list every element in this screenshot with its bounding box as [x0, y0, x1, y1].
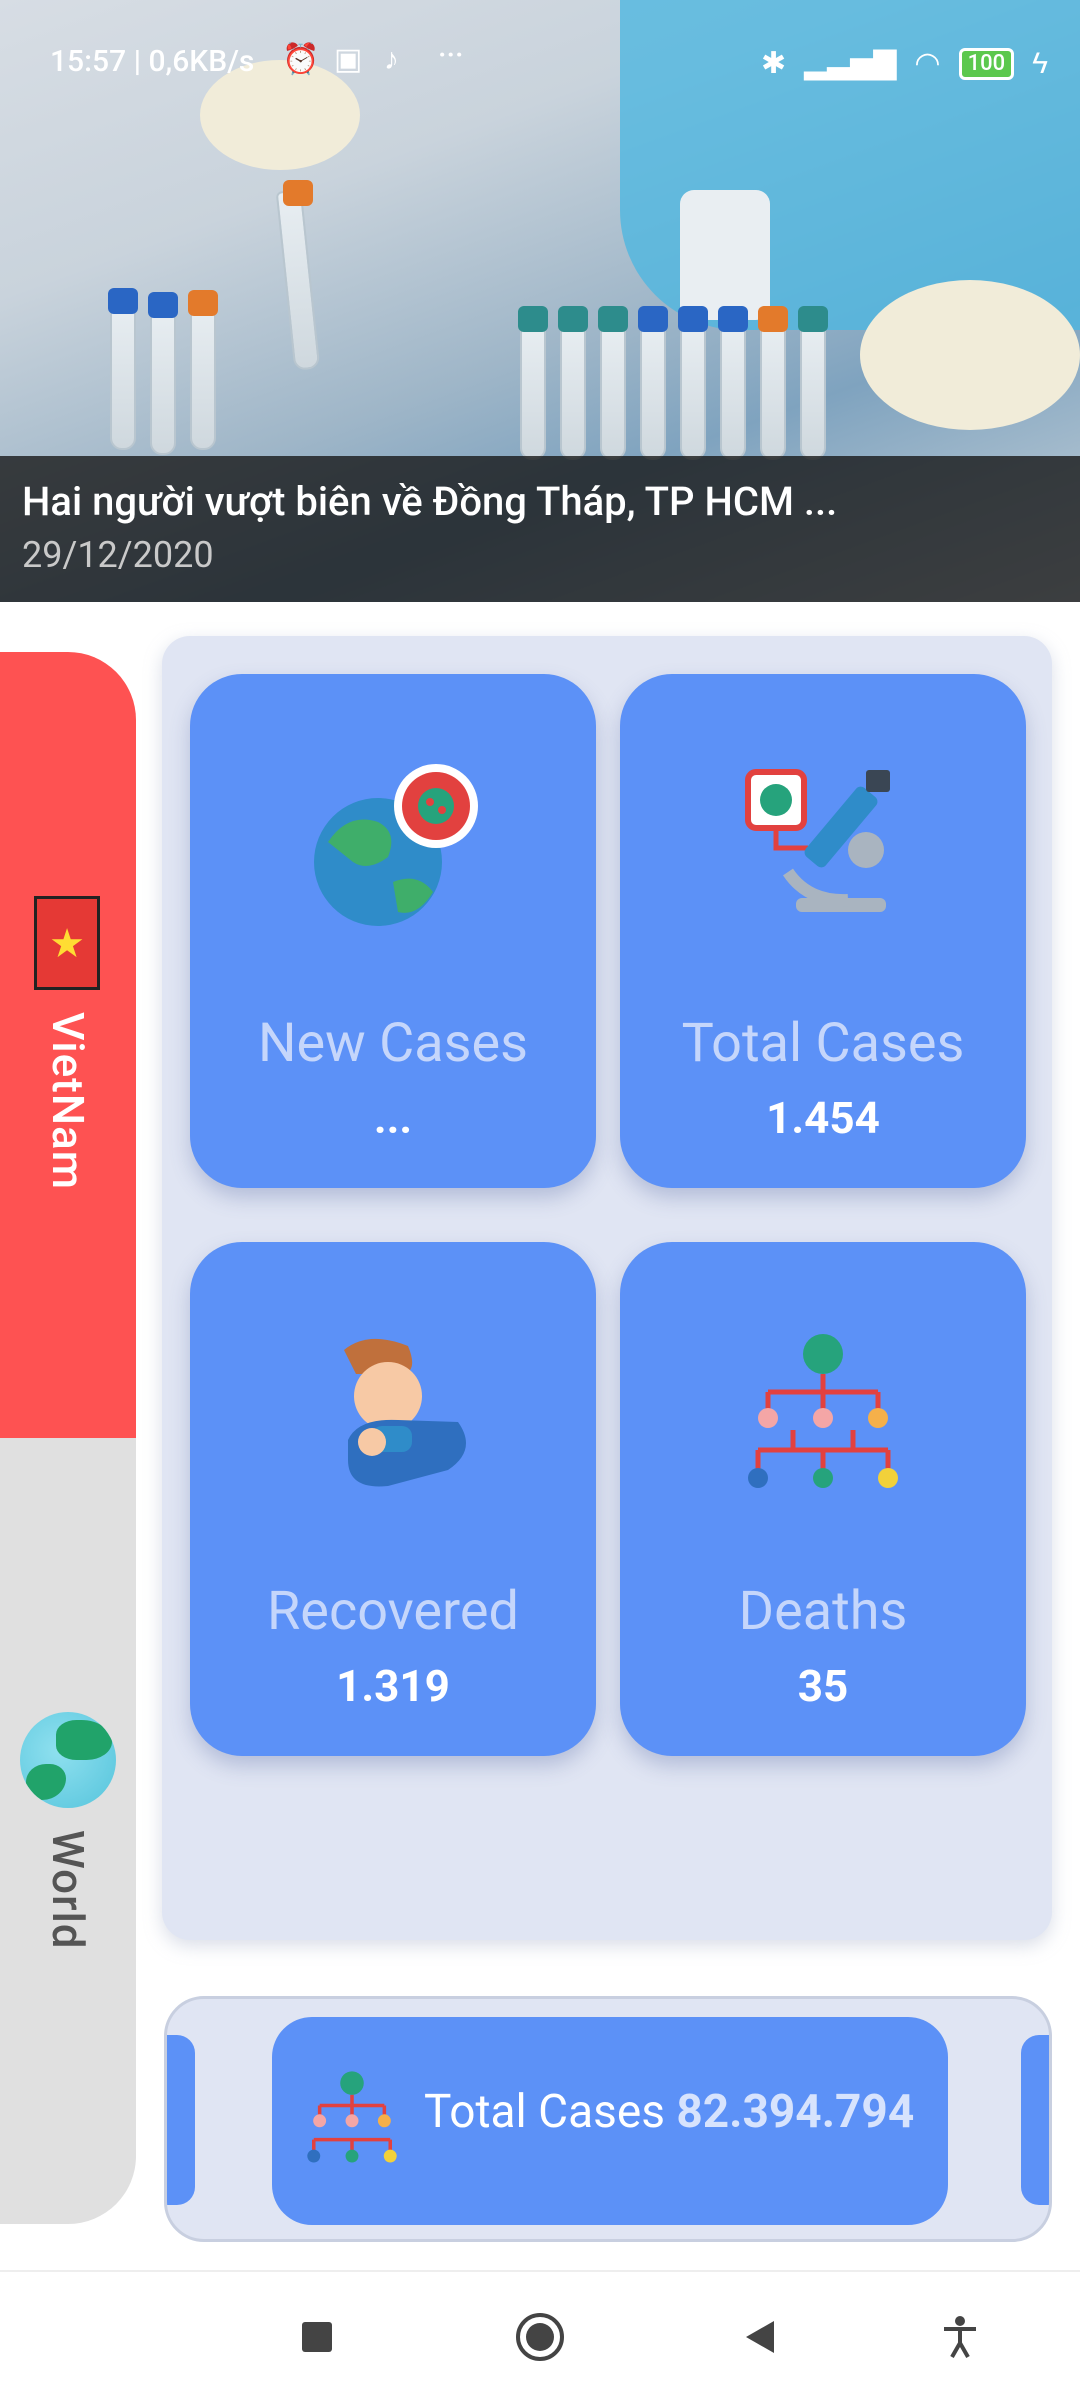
status-bar: 15:57 | 0,6KB/s ⏰ ▣ ♪ ··· ✱ ▂▃▅▇ ◠ 100 ϟ — [0, 38, 1080, 90]
hero-tube — [275, 189, 321, 371]
total-cases-label: Total Cases — [681, 1012, 965, 1075]
total-cases-card[interactable]: Total Cases 1.454 — [620, 674, 1026, 1188]
world-total-carousel[interactable]: Total Cases 82.394.794 — [164, 1996, 1052, 2242]
hero-cap — [518, 306, 548, 332]
hero-cap — [188, 290, 218, 316]
recovered-value: 1.319 — [336, 1660, 450, 1712]
battery-icon: 100 — [958, 47, 1015, 80]
bluetooth-icon: ✱ — [760, 46, 787, 81]
hero-cap — [798, 306, 828, 332]
world-total-cases-text: Total Cases 82.394.794 — [424, 2085, 914, 2139]
deaths-label: Deaths — [738, 1580, 908, 1643]
hero-tube — [190, 300, 216, 450]
hero-tube — [640, 320, 666, 460]
stats-panel: New Cases ... Total Cases 1.454 Recovere… — [162, 636, 1052, 1940]
recent-apps-button[interactable] — [282, 2302, 352, 2372]
world-total-cases-card[interactable]: Total Cases 82.394.794 — [272, 2017, 948, 2225]
virus-spread-icon — [307, 2071, 397, 2163]
hero-tube — [760, 320, 786, 460]
status-time: 15:57 | 0,6KB/s — [50, 44, 255, 79]
deaths-value: 35 — [797, 1660, 849, 1712]
globe-icon — [20, 1712, 116, 1808]
home-button[interactable] — [505, 2302, 575, 2372]
new-cases-card[interactable]: New Cases ... — [190, 674, 596, 1188]
tab-world-label: World — [42, 1830, 94, 1950]
hero-spray-bottle — [680, 190, 770, 320]
back-button[interactable] — [725, 2302, 795, 2372]
hero-tube — [600, 320, 626, 460]
world-total-cases-label: Total Cases — [424, 2085, 665, 2139]
recovered-card[interactable]: Recovered 1.319 — [190, 1242, 596, 1756]
carousel-next-card[interactable] — [1021, 2035, 1049, 2205]
hero-cap — [638, 306, 668, 332]
hero-tube — [110, 300, 136, 450]
wifi-icon: ◠ — [914, 46, 941, 81]
system-navigation-bar — [0, 2270, 1080, 2400]
virus-spread-icon — [748, 1334, 898, 1488]
person-coughing-icon — [344, 1338, 466, 1487]
hero-cap — [148, 292, 178, 318]
total-cases-value: 1.454 — [766, 1092, 880, 1144]
hero-tube — [680, 320, 706, 460]
hero-tube — [150, 305, 176, 455]
microscope-icon — [745, 769, 890, 912]
hero-tube — [560, 320, 586, 460]
recovered-label: Recovered — [267, 1580, 519, 1643]
more-notifications-icon: ··· — [438, 38, 464, 73]
hero-cap — [598, 306, 628, 332]
carousel-prev-card[interactable] — [167, 2035, 195, 2205]
world-total-cases-value: 82.394.794 — [676, 2085, 915, 2139]
vietnam-flag-icon: ★ — [34, 896, 100, 990]
triangle-back-icon — [746, 2321, 774, 2353]
hero-tube — [720, 320, 746, 460]
deaths-card[interactable]: Deaths 35 — [620, 1242, 1026, 1756]
tab-vietnam-label: VietNam — [42, 1012, 94, 1191]
signal-icon: ▂▃▅▇ — [804, 46, 897, 81]
tiktok-icon: ♪ — [384, 42, 399, 77]
new-cases-value: ... — [373, 1092, 413, 1144]
hero-tube — [520, 320, 546, 460]
hero-glove-right — [860, 280, 1080, 430]
news-title[interactable]: Hai người vượt biên về Đồng Tháp, TP HCM… — [22, 478, 837, 525]
square-icon — [302, 2322, 332, 2352]
hero-tube — [800, 320, 826, 460]
globe-virus-icon — [314, 764, 478, 926]
new-cases-label: New Cases — [257, 1012, 529, 1075]
accessibility-icon — [944, 2316, 976, 2358]
alarm-icon: ⏰ — [282, 42, 320, 77]
charging-icon: ϟ — [1032, 46, 1048, 81]
hero-cap — [718, 306, 748, 332]
hero-cap — [558, 306, 588, 332]
hero-cap — [678, 306, 708, 332]
app-notification-icon: ▣ — [334, 42, 363, 77]
news-date: 29/12/2020 — [22, 534, 214, 576]
hero-cap — [108, 288, 138, 314]
accessibility-button[interactable] — [925, 2302, 995, 2372]
hero-cap — [758, 306, 788, 332]
hero-cap — [283, 180, 313, 206]
circle-icon — [516, 2313, 564, 2361]
